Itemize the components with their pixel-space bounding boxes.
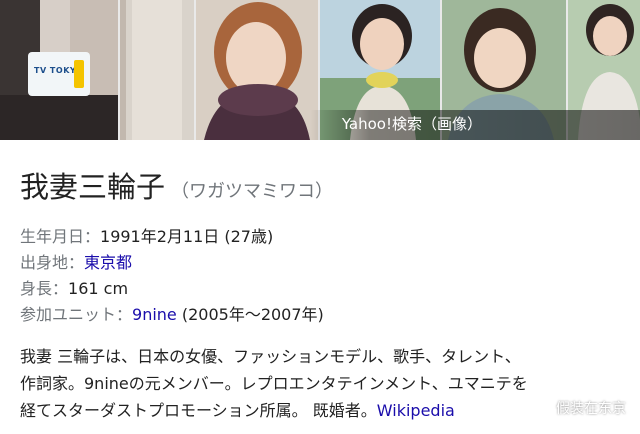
fact-unit: 参加ユニット：9nine (2005年〜2007年): [20, 302, 324, 328]
entity-name: 我妻三輪子: [20, 170, 166, 204]
fact-value: 161 cm: [68, 279, 129, 298]
watermark-text: 假装在东京: [556, 401, 626, 417]
facts-list: 生年月日：1991年2月11日 (27歳) 出身地：東京都 身長：161 cm …: [20, 224, 324, 328]
unit-link[interactable]: 9nine: [132, 305, 177, 324]
description-line: 我妻 三輪子は、日本の女優、ファッションモデル、歌手、タレント、: [20, 347, 521, 366]
photo-1-tv-tokyo[interactable]: TV TOKYO: [0, 0, 118, 140]
photo-2-scarf[interactable]: [196, 0, 318, 140]
photo-1b[interactable]: [120, 0, 194, 140]
photo-1b-image: [120, 0, 194, 140]
knowledge-panel-header: 我妻三輪子 （ワガツマミワコ）: [20, 164, 333, 206]
watermark: 假装在东京: [530, 398, 626, 418]
birthplace-link[interactable]: 東京都: [84, 253, 132, 272]
yahoo-image-search-label[interactable]: Yahoo!検索（画像）: [342, 113, 482, 134]
fact-key: 参加ユニット：: [20, 305, 133, 324]
fact-value: 1991年2月11日 (27歳): [100, 227, 274, 246]
description-text: 経てスターダストプロモーション所属。 既婚者。: [20, 401, 377, 420]
description-line: 作詞家。9nineの元メンバー。レプロエンタテインメント、ユマニテを: [20, 374, 528, 393]
fact-key: 生年月日：: [20, 227, 101, 246]
wechat-icon: [530, 400, 550, 416]
fact-height: 身長：161 cm: [20, 276, 324, 302]
entity-reading: （ワガツマミワコ）: [171, 181, 334, 202]
wikipedia-link[interactable]: Wikipedia: [377, 401, 455, 420]
image-strip: TV TOKYO Yahoo!検索（画像）: [0, 0, 640, 140]
photo-2-image: [196, 0, 318, 140]
fact-value: (2005年〜2007年): [176, 305, 324, 324]
tv-tokyo-logo: TV TOKYO: [28, 52, 90, 96]
fact-key: 身長：: [20, 279, 69, 298]
fact-birthplace: 出身地：東京都: [20, 250, 324, 276]
fact-birthdate: 生年月日：1991年2月11日 (27歳): [20, 224, 324, 250]
image-search-overlay[interactable]: Yahoo!検索（画像）: [310, 110, 640, 140]
fact-key: 出身地：: [20, 253, 85, 272]
